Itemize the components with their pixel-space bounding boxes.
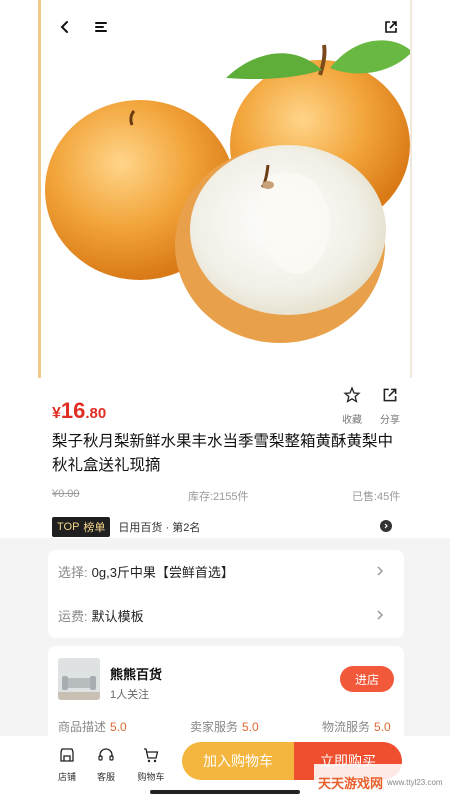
- list-label: 榜单: [83, 522, 106, 534]
- favorite-label: 收藏: [342, 415, 362, 426]
- options-card: 选择: 0g,3斤中果【尝鲜首选】 运费: 默认模板: [48, 550, 404, 638]
- store-icon: [60, 748, 74, 762]
- share-icon: [383, 388, 397, 402]
- tab-store[interactable]: 店铺: [49, 746, 85, 783]
- select-value: 0g,3斤中果【尝鲜首选】: [91, 564, 234, 580]
- product-title: 梨子秋月梨新鲜水果丰水当季雪梨整箱黄酥黄梨中秋礼盒送礼现摘: [52, 433, 394, 474]
- menu-icon: [95, 22, 107, 32]
- price-currency: ¥: [52, 405, 61, 422]
- original-price: ¥0.00: [52, 488, 80, 500]
- score-label: 商品描述: [58, 720, 107, 734]
- score-description: 商品描述 5.0: [58, 718, 127, 735]
- ranking-bar[interactable]: TOP 榜单 日用百货 · 第2名: [52, 516, 402, 538]
- share-icon: [385, 21, 397, 33]
- image-edge: [38, 0, 41, 378]
- select-key: 选择:: [58, 564, 88, 580]
- headset-icon: [98, 748, 114, 761]
- shop-card: 熊熊百货 1人关注 进店 商品描述 5.0 卖家服务 5.0 物流服务 5.0: [48, 646, 404, 746]
- score-value: 5.0: [242, 720, 259, 734]
- score-logistics: 物流服务 5.0: [322, 718, 391, 735]
- back-button[interactable]: [52, 14, 78, 40]
- tab-label: 店铺: [57, 772, 76, 782]
- share-label: 分享: [380, 415, 400, 426]
- menu-button[interactable]: [88, 14, 114, 40]
- shipping-row[interactable]: 运费: 默认模板: [58, 604, 394, 626]
- tab-label: 客服: [96, 772, 115, 782]
- favorite-button[interactable]: 收藏: [332, 386, 372, 426]
- score-label: 卖家服务: [190, 720, 239, 734]
- score-value: 5.0: [110, 720, 127, 734]
- price: ¥16.80: [52, 398, 106, 424]
- watermark-url: www.ttyl23.com: [387, 777, 443, 787]
- tab-label: 购物车: [137, 772, 165, 782]
- chevron-right-icon: [377, 610, 384, 620]
- top-label: TOP: [57, 521, 80, 533]
- share-button[interactable]: 分享: [370, 386, 410, 426]
- cart-icon: [144, 748, 159, 763]
- shop-followers: 1人关注: [110, 689, 150, 701]
- price-integer: 16: [60, 398, 86, 423]
- enter-shop-button[interactable]: 进店: [340, 666, 394, 692]
- pear-illustration: [45, 40, 412, 343]
- star-icon: [343, 386, 361, 403]
- top-badge: TOP 榜单: [52, 517, 111, 537]
- watermark-text: 天天游戏网: [318, 775, 384, 791]
- spec-select-row[interactable]: 选择: 0g,3斤中果【尝鲜首选】: [58, 560, 394, 582]
- shipping-value: 默认模板: [91, 608, 144, 624]
- back-arrow-icon: [60, 21, 68, 33]
- tab-cart[interactable]: 购物车: [133, 746, 169, 783]
- top-navigation: [0, 0, 450, 52]
- score-label: 物流服务: [322, 720, 371, 734]
- price-decimal: .80: [85, 405, 107, 422]
- shop-avatar: [58, 658, 100, 700]
- product-image[interactable]: [0, 0, 450, 378]
- sold-count: 已售:45件: [352, 491, 401, 503]
- shop-name[interactable]: 熊熊百货: [110, 664, 162, 683]
- ranking-text: 日用百货 · 第2名: [118, 522, 201, 534]
- add-to-cart-button[interactable]: 加入购物车: [182, 742, 294, 780]
- image-edge: [410, 0, 412, 378]
- score-value: 5.0: [374, 720, 391, 734]
- chevron-right-icon: [377, 566, 384, 576]
- home-indicator: [150, 790, 300, 794]
- shipping-key: 运费:: [58, 608, 88, 624]
- share-top-button[interactable]: [378, 14, 404, 40]
- score-seller-service: 卖家服务 5.0: [190, 718, 259, 735]
- site-watermark: 天天游戏网 www.ttyl23.com: [314, 764, 450, 800]
- stock-count: 库存:2155件: [188, 491, 249, 503]
- tab-customer-service[interactable]: 客服: [88, 746, 124, 783]
- chevron-right-icon: [380, 520, 392, 532]
